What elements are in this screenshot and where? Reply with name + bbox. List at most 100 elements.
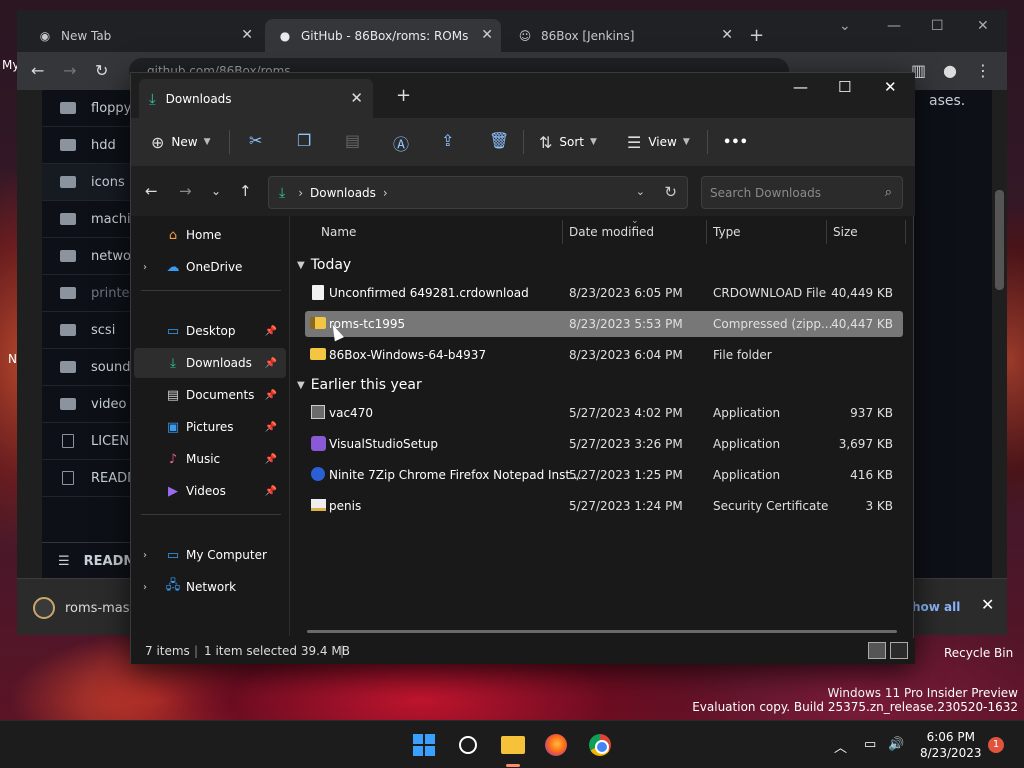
- chrome-tab-github[interactable]: ● GitHub - 86Box/roms: ROMs for ✕: [265, 19, 501, 52]
- show-all-button[interactable]: how all: [912, 600, 960, 614]
- scrollbar-thumb[interactable]: [995, 190, 1004, 290]
- cut-icon[interactable]: ✂: [249, 131, 262, 150]
- up-arrow-icon[interactable]: ↑: [239, 182, 252, 200]
- chrome-tab-new-tab[interactable]: ◉ New Tab ✕: [25, 19, 261, 52]
- explorer-tab-downloads[interactable]: ⤓ Downloads ✕: [139, 79, 373, 118]
- profile-icon[interactable]: ●: [943, 61, 957, 80]
- column-divider[interactable]: [905, 220, 906, 244]
- more-options-button[interactable]: •••: [723, 130, 748, 154]
- search-input[interactable]: Search Downloads ⌕: [701, 176, 903, 209]
- paste-icon[interactable]: ▤: [345, 131, 360, 150]
- nav-item-onedrive[interactable]: › ☁ OneDrive: [134, 252, 286, 282]
- start-button[interactable]: [409, 730, 439, 760]
- pin-icon[interactable]: 📌: [265, 422, 277, 433]
- column-header-size[interactable]: Size: [833, 225, 858, 239]
- volume-icon[interactable]: 🔊: [888, 737, 904, 752]
- sort-button[interactable]: ⇅ Sort ▼: [539, 130, 597, 154]
- taskbar-firefox[interactable]: [541, 730, 571, 760]
- pin-icon[interactable]: 📌: [265, 486, 277, 497]
- file-row[interactable]: penis 5/27/2023 1:24 PM Security Certifi…: [305, 493, 903, 519]
- chevron-right-icon[interactable]: ›: [143, 550, 147, 561]
- breadcrumb-downloads[interactable]: Downloads: [310, 186, 376, 200]
- pane-splitter[interactable]: [289, 216, 290, 636]
- chevron-down-icon[interactable]: ⌄: [839, 18, 851, 34]
- page-scrollbar[interactable]: [992, 90, 1007, 578]
- maximize-icon[interactable]: ☐: [931, 18, 944, 34]
- close-icon[interactable]: ✕: [350, 89, 363, 107]
- tiles-view-button[interactable]: [890, 642, 908, 659]
- chevron-right-icon[interactable]: ›: [143, 262, 147, 273]
- share-icon[interactable]: ⇪: [441, 131, 454, 150]
- file-row[interactable]: vac470 5/27/2023 4:02 PM Application 937…: [305, 400, 903, 426]
- github-icon: ●: [279, 28, 291, 43]
- nav-item-videos[interactable]: ▶ Videos 📌: [134, 476, 286, 506]
- nav-item-documents[interactable]: ▤ Documents 📌: [134, 380, 286, 410]
- pin-icon[interactable]: 📌: [265, 454, 277, 465]
- back-arrow-icon[interactable]: ←: [145, 182, 158, 200]
- chrome-tab-jenkins[interactable]: ☺ 86Box [Jenkins] ✕: [505, 19, 741, 52]
- pin-icon[interactable]: 📌: [265, 390, 277, 401]
- close-icon[interactable]: ✕: [241, 27, 253, 43]
- file-row-selected[interactable]: roms-tc1995 8/23/2023 5:53 PM Compressed…: [305, 311, 903, 337]
- file-row[interactable]: Ninite 7Zip Chrome Firefox Notepad Inst.…: [305, 462, 903, 488]
- network-icon[interactable]: ▭: [864, 737, 876, 752]
- notification-badge[interactable]: 1: [988, 737, 1004, 753]
- column-header-name[interactable]: Name: [321, 225, 356, 239]
- close-icon[interactable]: ✕: [721, 27, 733, 43]
- download-item[interactable]: roms-maste: [33, 596, 143, 620]
- chevron-up-icon[interactable]: ︿: [834, 737, 847, 756]
- nav-item-network[interactable]: › 🖧 Network: [134, 572, 286, 602]
- new-button[interactable]: ⊕ New ▼: [151, 130, 211, 154]
- nav-item-desktop[interactable]: ▭ Desktop 📌: [134, 316, 286, 346]
- forward-arrow-icon[interactable]: →: [63, 61, 76, 80]
- taskbar-file-explorer[interactable]: [498, 730, 528, 760]
- nav-item-home[interactable]: ⌂ Home: [134, 220, 286, 250]
- nav-item-my-computer[interactable]: › ▭ My Computer: [134, 540, 286, 570]
- column-divider[interactable]: [706, 220, 707, 244]
- new-tab-plus-icon[interactable]: +: [749, 25, 764, 46]
- nav-item-downloads[interactable]: ⤓ Downloads 📌: [134, 348, 286, 378]
- back-arrow-icon[interactable]: ←: [31, 61, 44, 80]
- view-button[interactable]: ☰ View ▼: [627, 130, 690, 154]
- pin-icon[interactable]: 📌: [265, 358, 277, 369]
- group-header-earlier-this-year[interactable]: ▼ Earlier this year: [297, 377, 422, 393]
- file-row[interactable]: Unconfirmed 649281.crdownload 8/23/2023 …: [305, 280, 903, 306]
- chevron-right-icon[interactable]: ›: [383, 186, 388, 200]
- rename-icon[interactable]: Ⓐ: [393, 131, 409, 155]
- chevron-right-icon[interactable]: ›: [143, 582, 147, 593]
- minimize-icon[interactable]: —: [887, 18, 901, 34]
- nav-item-pictures[interactable]: ▣ Pictures 📌: [134, 412, 286, 442]
- close-icon[interactable]: ✕: [884, 78, 897, 96]
- close-icon[interactable]: ✕: [481, 27, 493, 43]
- details-view-button[interactable]: [868, 642, 886, 659]
- taskbar-search-button[interactable]: [453, 730, 483, 760]
- file-name: 86Box-Windows-64-b4937: [329, 348, 487, 362]
- address-bar[interactable]: ⤓ › Downloads › ⌄ ↻: [268, 176, 688, 209]
- recent-locations-chevron-icon[interactable]: ⌄: [211, 184, 221, 198]
- recycle-bin-label[interactable]: Recycle Bin: [944, 646, 1013, 660]
- column-divider[interactable]: [826, 220, 827, 244]
- forward-arrow-icon[interactable]: →: [179, 182, 192, 200]
- maximize-icon[interactable]: ☐: [838, 78, 851, 96]
- pin-icon[interactable]: 📌: [265, 326, 277, 337]
- delete-icon[interactable]: 🗑: [489, 131, 509, 150]
- close-icon[interactable]: ✕: [981, 595, 994, 614]
- minimize-icon[interactable]: —: [793, 78, 808, 96]
- column-divider[interactable]: [562, 220, 563, 244]
- file-row[interactable]: VisualStudioSetup 5/27/2023 3:26 PM Appl…: [305, 431, 903, 457]
- group-header-today[interactable]: ▼ Today: [297, 257, 351, 273]
- taskbar-chrome[interactable]: [585, 730, 615, 760]
- close-icon[interactable]: ✕: [977, 18, 989, 34]
- refresh-icon[interactable]: ↻: [664, 183, 677, 201]
- column-header-type[interactable]: Type: [713, 225, 741, 239]
- menu-dots-icon[interactable]: ⋮: [975, 61, 991, 80]
- system-clock[interactable]: 6:06 PM 8/23/2023: [920, 729, 982, 761]
- chevron-down-icon[interactable]: ⌄: [636, 185, 645, 198]
- horizontal-scrollbar[interactable]: [307, 630, 897, 633]
- column-header-date[interactable]: Date modified: [569, 225, 654, 239]
- nav-item-music[interactable]: ♪ Music 📌: [134, 444, 286, 474]
- new-tab-plus-icon[interactable]: +: [396, 85, 411, 106]
- copy-icon[interactable]: ❐: [297, 131, 311, 150]
- reload-icon[interactable]: ↻: [95, 61, 108, 80]
- file-row[interactable]: 86Box-Windows-64-b4937 8/23/2023 6:04 PM…: [305, 342, 903, 368]
